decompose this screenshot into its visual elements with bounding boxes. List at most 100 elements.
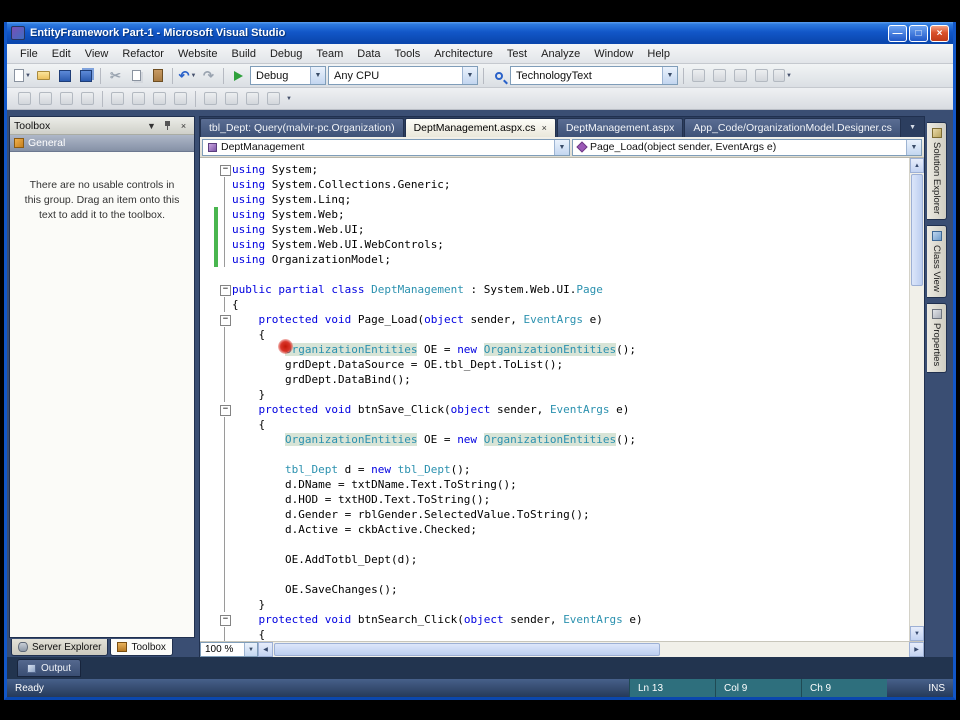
- object-browser-icon[interactable]: [731, 66, 750, 85]
- cut-icon[interactable]: ✂: [106, 66, 125, 85]
- fold-collapse-icon[interactable]: [218, 162, 232, 177]
- code-line[interactable]: public partial class DeptManagement : Sy…: [200, 282, 909, 297]
- start-debug-icon[interactable]: [229, 66, 248, 85]
- doc-tab[interactable]: DeptManagement.aspx.cs ×: [404, 118, 556, 137]
- fold-collapse-icon[interactable]: [218, 612, 232, 627]
- toolbar-options-icon[interactable]: ▼: [286, 96, 292, 102]
- new-file-icon[interactable]: ▼: [13, 66, 32, 85]
- code-line[interactable]: using System.Linq;: [200, 192, 909, 207]
- code-line[interactable]: [200, 267, 909, 282]
- types-dropdown[interactable]: DeptManagement ▼: [202, 138, 570, 156]
- doc-tab[interactable]: App_Code/OrganizationModel.Designer.cs: [684, 118, 901, 137]
- code-line[interactable]: {: [200, 627, 909, 641]
- member-list-icon[interactable]: [15, 89, 34, 108]
- code-line[interactable]: OE.SaveChanges();: [200, 582, 909, 597]
- copy-icon[interactable]: [127, 66, 146, 85]
- tab-server-explorer[interactable]: Server Explorer: [11, 639, 109, 656]
- parameter-info-icon[interactable]: [36, 89, 55, 108]
- code-line[interactable]: [200, 447, 909, 462]
- doc-tab[interactable]: tbl_Dept: Query(malvir-pc.Organization): [200, 118, 404, 137]
- scrollbar-thumb[interactable]: [911, 174, 923, 286]
- menu-item-edit[interactable]: Edit: [45, 46, 78, 62]
- code-line[interactable]: [200, 567, 909, 582]
- word-completion-icon[interactable]: [78, 89, 97, 108]
- properties-window-icon[interactable]: [710, 66, 729, 85]
- chevron-down-icon[interactable]: ▼: [554, 139, 569, 155]
- scroll-right-icon[interactable]: ▶: [909, 642, 924, 657]
- code-line[interactable]: OrganizationEntities OE = new Organizati…: [200, 342, 909, 357]
- scrollbar-thumb[interactable]: [274, 643, 661, 656]
- tab-toolbox[interactable]: Toolbox: [110, 639, 173, 656]
- window-position-icon[interactable]: ▼: [145, 119, 158, 132]
- menu-item-view[interactable]: View: [78, 46, 116, 62]
- menu-item-debug[interactable]: Debug: [263, 46, 309, 62]
- clear-bookmarks-icon[interactable]: [264, 89, 283, 108]
- tab-close-icon[interactable]: ×: [542, 123, 547, 133]
- code-line[interactable]: d.DName = txtDName.Text.ToString();: [200, 477, 909, 492]
- save-icon[interactable]: [55, 66, 74, 85]
- code-line[interactable]: {: [200, 297, 909, 312]
- code-line[interactable]: d.Active = ckbActive.Checked;: [200, 522, 909, 537]
- code-line[interactable]: grdDept.DataBind();: [200, 372, 909, 387]
- solution-platform-dropdown[interactable]: Any CPU ▼: [328, 66, 478, 85]
- fold-collapse-icon[interactable]: [218, 282, 232, 297]
- menu-item-window[interactable]: Window: [587, 46, 640, 62]
- indent-icon[interactable]: [129, 89, 148, 108]
- members-dropdown[interactable]: Page_Load(object sender, EventArgs e) ▼: [572, 138, 922, 156]
- next-bookmark-icon[interactable]: [243, 89, 262, 108]
- code-line[interactable]: using OrganizationModel;: [200, 252, 909, 267]
- quick-info-icon[interactable]: [57, 89, 76, 108]
- menu-item-test[interactable]: Test: [500, 46, 534, 62]
- code-line[interactable]: tbl_Dept d = new tbl_Dept();: [200, 462, 909, 477]
- menu-item-data[interactable]: Data: [350, 46, 387, 62]
- menu-item-help[interactable]: Help: [640, 46, 677, 62]
- search-solution-explorer-input[interactable]: TechnologyText ▼: [510, 66, 678, 85]
- solution-configuration-dropdown[interactable]: Debug ▼: [250, 66, 326, 85]
- close-panel-icon[interactable]: ×: [177, 119, 190, 132]
- code-line[interactable]: using System.Web;: [200, 207, 909, 222]
- zoom-dropdown[interactable]: 100 % ▼: [200, 642, 258, 657]
- chevron-down-icon[interactable]: ▼: [906, 139, 921, 155]
- scroll-down-icon[interactable]: ▼: [910, 626, 924, 641]
- tab-output[interactable]: Output: [17, 659, 82, 677]
- doc-tab[interactable]: DeptManagement.aspx: [556, 118, 684, 137]
- chevron-down-icon[interactable]: ▼: [244, 643, 257, 656]
- uncomment-icon[interactable]: [171, 89, 190, 108]
- code-area[interactable]: using System;using System.Collections.Ge…: [200, 158, 909, 641]
- menu-item-analyze[interactable]: Analyze: [534, 46, 587, 62]
- fold-collapse-icon[interactable]: [218, 312, 232, 327]
- code-line[interactable]: }: [200, 387, 909, 402]
- menu-item-build[interactable]: Build: [224, 46, 262, 62]
- code-line[interactable]: grdDept.DataSource = OE.tbl_Dept.ToList(…: [200, 357, 909, 372]
- menu-item-architecture[interactable]: Architecture: [427, 46, 500, 62]
- comment-icon[interactable]: [150, 89, 169, 108]
- solution-explorer-icon[interactable]: [689, 66, 708, 85]
- pin-icon[interactable]: [161, 119, 174, 132]
- open-file-icon[interactable]: [34, 66, 53, 85]
- code-line[interactable]: using System.Collections.Generic;: [200, 177, 909, 192]
- chevron-down-icon[interactable]: ▼: [310, 67, 325, 84]
- horizontal-scrollbar[interactable]: ◀ ▶: [258, 642, 924, 657]
- code-line[interactable]: {: [200, 417, 909, 432]
- scroll-up-icon[interactable]: ▲: [910, 158, 924, 173]
- outdent-icon[interactable]: [108, 89, 127, 108]
- code-line[interactable]: [200, 537, 909, 552]
- code-line[interactable]: protected void btnSave_Click(object send…: [200, 402, 909, 417]
- code-line[interactable]: protected void btnSearch_Click(object se…: [200, 612, 909, 627]
- minimize-button[interactable]: —: [888, 24, 907, 42]
- paste-icon[interactable]: [148, 66, 167, 85]
- toolbox-window-icon[interactable]: [752, 66, 771, 85]
- toggle-bookmark-icon[interactable]: [201, 89, 220, 108]
- menu-item-tools[interactable]: Tools: [388, 46, 428, 62]
- tab-class-view[interactable]: Class View: [927, 225, 947, 299]
- code-line[interactable]: using System;: [200, 162, 909, 177]
- code-line[interactable]: }: [200, 597, 909, 612]
- tab-solution-explorer[interactable]: Solution Explorer: [927, 122, 947, 221]
- vertical-scrollbar[interactable]: ▲ ▼: [909, 158, 924, 641]
- code-line[interactable]: OrganizationEntities OE = new Organizati…: [200, 432, 909, 447]
- previous-bookmark-icon[interactable]: [222, 89, 241, 108]
- menu-item-team[interactable]: Team: [309, 46, 350, 62]
- redo-icon[interactable]: ↷: [199, 66, 218, 85]
- code-line[interactable]: using System.Web.UI.WebControls;: [200, 237, 909, 252]
- menu-item-website[interactable]: Website: [171, 46, 225, 62]
